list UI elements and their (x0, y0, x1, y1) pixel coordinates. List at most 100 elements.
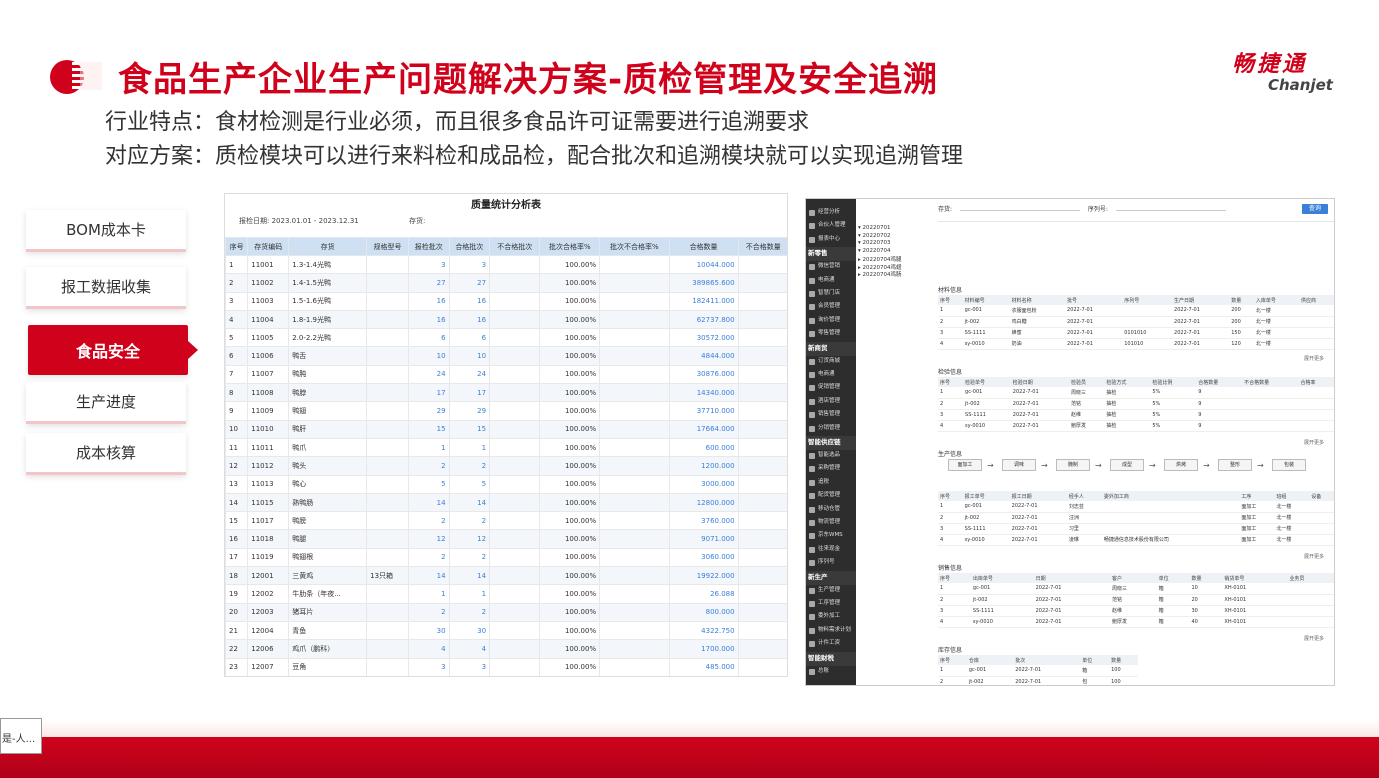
sidebar-item[interactable]: 电商通 (806, 369, 856, 382)
table-row[interactable]: 1 gc-001 衣服面包粉 2022-7-01 2022-7-01 200 北一楼 (938, 305, 1334, 317)
table-row[interactable]: 15 11017 鸭膀 2 2 100.00% 3760.000 (225, 511, 787, 531)
prod-more-link[interactable]: 展开更多 (1304, 553, 1324, 560)
sidebar-item[interactable]: 京东WMS (806, 530, 856, 543)
table-row[interactable]: 2 jt-002 2022-7-01 范铭箱 20 XH-0101 (938, 594, 1334, 606)
batch-input[interactable] (1115, 210, 1226, 211)
sidebar-item[interactable]: 酒店管理 (806, 396, 856, 409)
table-row[interactable]: 2 jt-002 2022-7-01 包 100 (938, 676, 1138, 685)
menu-item-food-safety[interactable]: 食品安全 (28, 325, 198, 375)
table-row[interactable]: 13 11013 鸭心 5 5 100.00% 3000.000 (225, 474, 787, 494)
sidebar-item[interactable]: 计件工资 (806, 638, 856, 651)
tree-node[interactable]: ▸ 20220704鸡腿 (858, 255, 938, 263)
sidebar-item[interactable]: 电商通 (806, 275, 856, 288)
query-button[interactable]: 查询 (1302, 204, 1328, 214)
table-row[interactable]: 2 jt-002 鸡白糖 2022-7-01 2022-7-01 200 北一楼 (938, 316, 1334, 328)
table-row[interactable]: 1 gc-001 2022-7-01 箱 100 (938, 665, 1138, 677)
table-row[interactable]: 1 gc-001 2022-7-01 刘志芸 面加工 北一楼 (938, 501, 1334, 513)
table-row[interactable]: 4 11004 1.8-1.9光鸭 16 16 100.00% 62737.800 (225, 309, 787, 330)
menu-item-report-collect[interactable]: 报工数据收集 (26, 267, 186, 309)
table-row[interactable]: 3 SS-1111 2022-7-01 赵维箱 30 XH-0101 (938, 605, 1334, 617)
table-row[interactable]: 16 11018 鸭腿 12 12 100.00% 9071.000 (225, 529, 787, 549)
sidebar-item[interactable]: 工序管理 (806, 598, 856, 611)
table-cell: 10 (448, 346, 491, 366)
table-row[interactable]: 21 12004 青鱼 30 30 100.00% 4322.750 (225, 620, 787, 641)
table-row[interactable]: 19 12002 牛肋条（年夜... 1 1 100.00% 26.088 (225, 584, 787, 604)
table-row[interactable]: 4 sy-0010 2022-7-01 鲍厚发箱 40 XH-0101 (938, 616, 1334, 628)
stock-search-input[interactable] (959, 210, 1080, 211)
table-row[interactable]: 1 gc-001 2022-7-01 周晓三箱 10 XH-0101 (938, 583, 1334, 595)
table-row[interactable]: 10 11010 鸭肝 15 15 100.00% 17664.000 (225, 419, 787, 439)
sidebar-item[interactable]: 会员管理 (806, 301, 856, 314)
table-cell (599, 529, 670, 549)
table-row[interactable]: 8 11008 鸭脖 17 17 100.00% 14340.000 (225, 383, 787, 403)
tree-node[interactable]: ▾ 20220704 (858, 248, 938, 256)
sidebar-item[interactable]: 分销管理 (806, 423, 856, 436)
tree-node[interactable]: ▾ 20220701 (858, 225, 938, 233)
table-row[interactable]: 14 11015 熟鸭肠 14 14 100.00% 12800.000 (225, 492, 787, 513)
table-row[interactable]: 4 sy-0010 奶油 2022-7-01 101010 2022-7-01 120 北一楼 (938, 338, 1334, 350)
sidebar-item[interactable]: 物料需求计划 (806, 625, 856, 638)
sidebar-item[interactable]: 追税 (806, 477, 856, 490)
table-row[interactable]: 4 sy-0010 2022-7-01 鲍厚发 抽检 5% 9 (938, 420, 1334, 432)
table-row[interactable]: 5 11005 2.0-2.2光鸭 6 6 100.00% 30572.000 (225, 328, 787, 348)
sidebar-item[interactable]: 总账 (806, 666, 856, 679)
sidebar-item[interactable]: 智能选品 (806, 450, 856, 463)
table-row[interactable]: 22 12006 鸡爪（鹏科） 4 4 100.00% 1700.000 (225, 639, 787, 659)
sidebar-group[interactable]: 智能财税 (806, 651, 856, 666)
table-row[interactable]: 17 11019 鸭翅根 2 2 100.00% 3060.000 (225, 547, 787, 568)
table-row[interactable]: 18 12001 三黄鸡 13只箱 14 14 100.00% 19922.000 (225, 566, 787, 586)
sidebar-item[interactable]: 询价管理 (806, 315, 856, 328)
sidebar-item[interactable]: 合伙人管理 (806, 220, 856, 233)
sidebar-item[interactable]: 经营分析 (806, 207, 856, 220)
material-more-link[interactable]: 展开更多 (1304, 355, 1324, 362)
table-row[interactable]: 9 11009 鸭翅 29 29 100.00% 37710.000 (225, 401, 787, 421)
table-row[interactable]: 2 jt-002 2022-7-01 汪洲 面加工 北一楼 (938, 512, 1334, 524)
sidebar-item[interactable]: 促销管理 (806, 382, 856, 395)
table-row[interactable]: 2 11002 1.4-1.5光鸭 27 27 100.00% 389865.600 (225, 273, 787, 293)
sidebar-item[interactable]: 零售管理 (806, 328, 856, 341)
sidebar-item[interactable]: 往来现金 (806, 544, 856, 557)
sidebar-item[interactable]: 报表中心 (806, 234, 856, 247)
tree-node[interactable]: ▾ 20220703 (858, 240, 938, 248)
tree-node[interactable]: ▾ 20220702 (858, 233, 938, 241)
sidebar-group[interactable]: 新生产 (806, 570, 856, 585)
table-row[interactable]: 7 11007 鸭肫 24 24 100.00% 30876.000 (225, 364, 787, 385)
inspect-more-link[interactable]: 展开更多 (1304, 439, 1324, 446)
table-row[interactable]: 1 gc-001 2022-7-01 周晓三 抽检 5% 9 (938, 387, 1334, 399)
sidebar-group[interactable]: 智能供应链 (806, 436, 856, 450)
table-row[interactable]: 3 SS-1111 2022-7-01 赵维 抽检 5% 9 (938, 409, 1334, 421)
table-row[interactable]: 3 11003 1.5-1.6光鸭 16 16 100.00% 182411.000 (225, 291, 787, 311)
menu-item-bom[interactable]: BOM成本卡 (26, 210, 186, 252)
sidebar-item[interactable]: 采购管理 (806, 463, 856, 476)
table-row[interactable]: 12 11012 鸭头 2 2 100.00% 1200.000 (225, 456, 787, 476)
table-row[interactable]: 11 11011 鸭爪 1 1 100.00% 600.000 (225, 437, 787, 458)
sidebar-item[interactable]: 微信营销 (806, 261, 856, 274)
table-row[interactable]: 2 jt-002 2022-7-01 范铭 抽检 5% 9 (938, 398, 1334, 410)
table-row[interactable]: 23 12007 豆角 3 3 100.00% 485.000 (225, 657, 787, 676)
table-row[interactable]: 6 11006 鸭舌 10 10 100.00% 4844.000 (225, 346, 787, 366)
sidebar-item[interactable]: 智慧门店 (806, 288, 856, 301)
sales-more-link[interactable]: 展开更多 (1304, 635, 1324, 642)
sidebar-item[interactable]: 序列号 (806, 557, 856, 570)
sidebar-item[interactable]: 移动仓管 (806, 504, 856, 517)
table-cell (1242, 420, 1299, 432)
menu-item-cost[interactable]: 成本核算 (26, 433, 186, 475)
table-row[interactable]: 1 11001 1.3-1.4光鸭 3 3 100.00% 10044.000 (225, 254, 787, 275)
tree-node[interactable]: ▸ 20220704鸡肠 (858, 270, 938, 278)
table-row[interactable]: 20 12003 猪耳片 2 2 100.00% 800.000 (225, 602, 787, 622)
menu-item-progress[interactable]: 生产进度 (26, 382, 186, 424)
sidebar-item[interactable]: 物流管理 (806, 517, 856, 530)
tree-node[interactable]: ▸ 20220704鸡翅 (858, 263, 938, 271)
sidebar-item[interactable]: 生产管理 (806, 585, 856, 598)
sidebar-item[interactable]: 销售管理 (806, 409, 856, 422)
table-row[interactable]: 4 sy-0010 2022-7-01 凌琳 畅捷通信息技术股份有限公司 面加工 北一楼 (938, 534, 1334, 546)
table-cell: 2022-7-01 (1009, 512, 1067, 524)
sidebar-item[interactable]: 委外加工 (806, 611, 856, 624)
sidebar-group[interactable]: 新零售 (806, 247, 856, 262)
sidebar-group[interactable]: 新商贸 (806, 341, 856, 356)
sidebar-item[interactable]: 订货商城 (806, 356, 856, 369)
table-cell: 16 (448, 309, 491, 330)
table-row[interactable]: 3 SS-1111 蜂蜜 2022-7-01 0101010 2022-7-01 150 北一… (938, 327, 1334, 339)
table-row[interactable]: 3 SS-1111 2022-7-01 习里 面加工 北一楼 (938, 523, 1334, 535)
sidebar-item[interactable]: 配货管理 (806, 490, 856, 503)
